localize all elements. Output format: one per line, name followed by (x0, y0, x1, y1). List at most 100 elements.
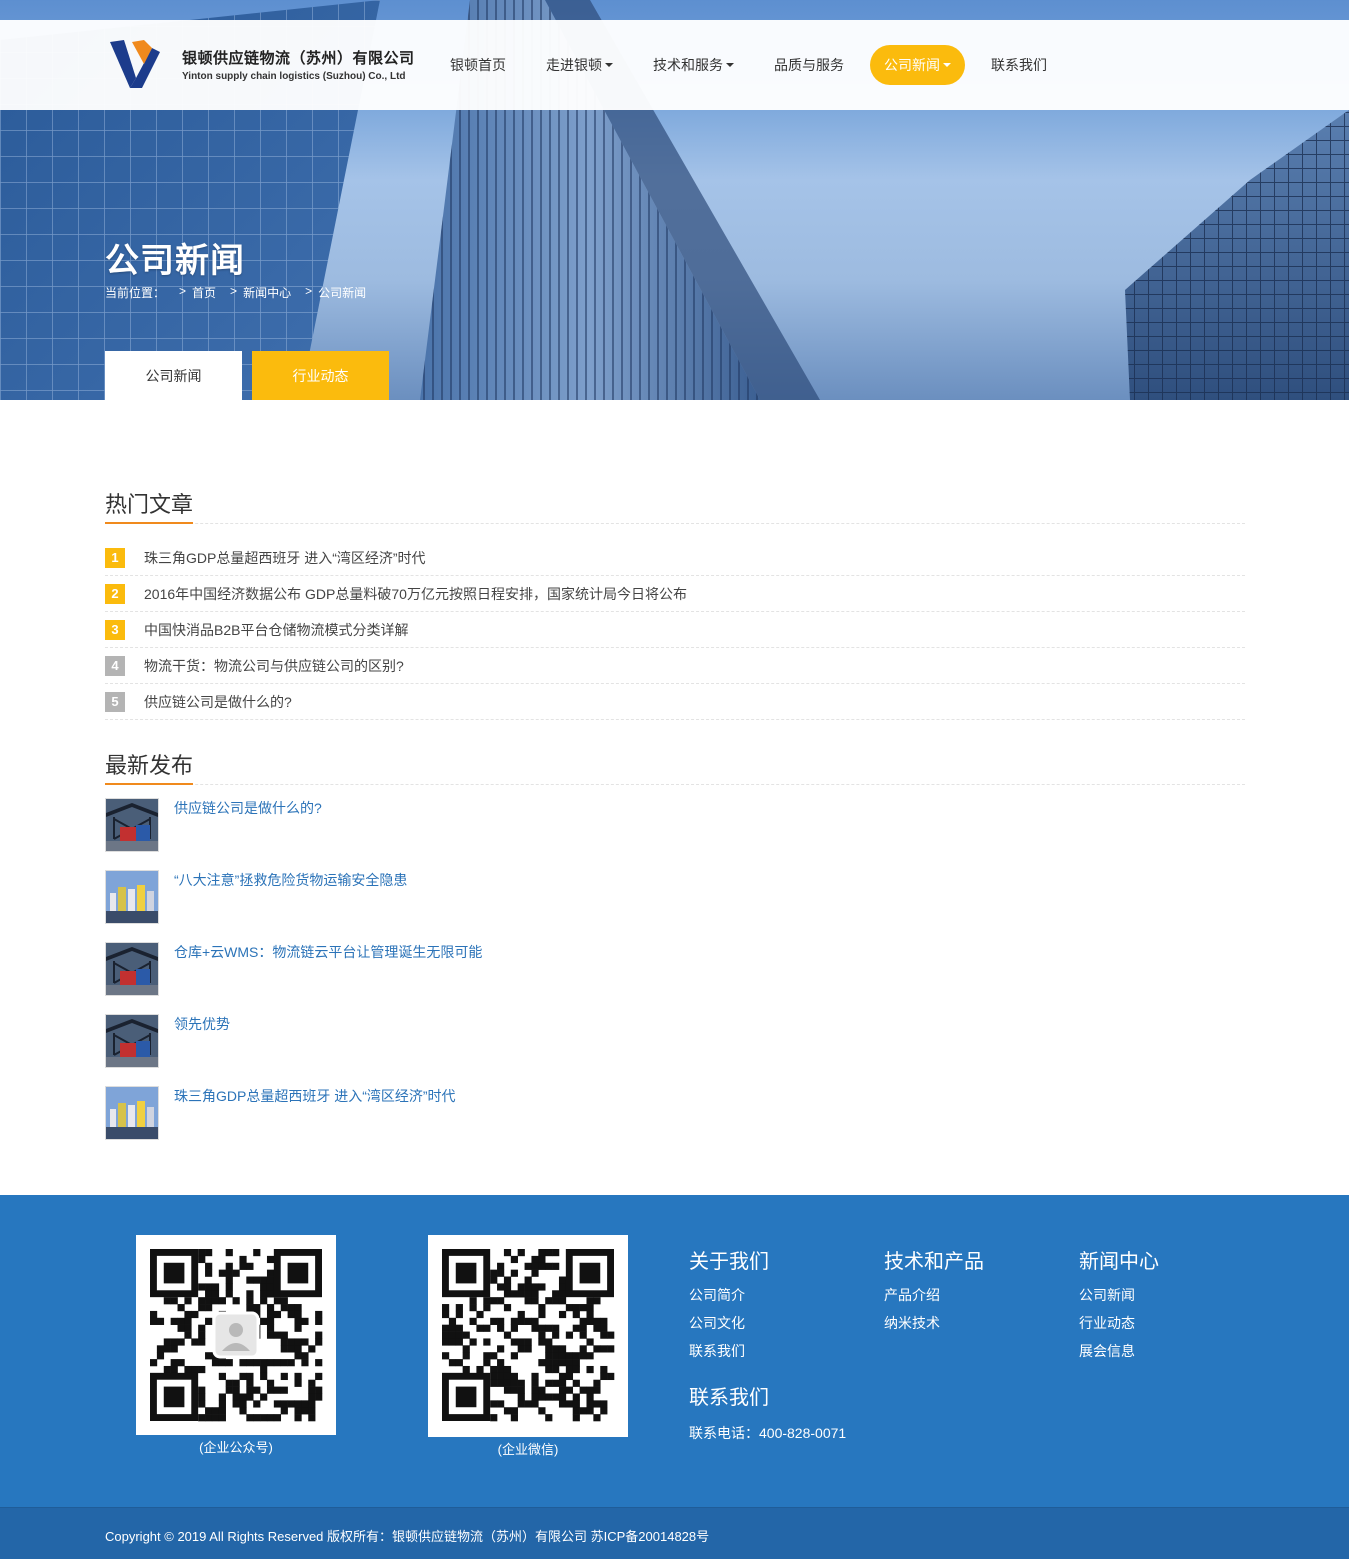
latest-article-title[interactable]: 领先优势 (174, 1014, 230, 1086)
breadcrumb-company-news[interactable]: 公司新闻 (318, 284, 366, 301)
footer-link-exhibitions[interactable]: 展会信息 (1079, 1343, 1159, 1371)
truck-bridge-icon (106, 943, 158, 995)
nav-tech-services[interactable]: 技术和服务 (639, 45, 748, 85)
qr-code-icon (150, 1249, 323, 1422)
hot-article-item[interactable]: 2 2016年中国经济数据公布 GDP总量料破70万亿元按照日程安排，国家统计局… (105, 576, 1245, 612)
breadcrumb-prefix: 当前位置： (105, 286, 166, 300)
thumbnail-image[interactable] (105, 1086, 159, 1140)
thumbnail-image[interactable] (105, 870, 159, 924)
company-name-cn: 银顿供应链物流（苏州）有限公司 (182, 49, 415, 67)
caret-down-icon (726, 63, 734, 67)
breadcrumb-news-center[interactable]: 新闻中心 (243, 284, 291, 301)
qr-code-wechat (428, 1235, 628, 1437)
footer-col-title: 联系我们 (689, 1387, 769, 1409)
copyright-bar: Copyright © 2019 All Rights Reserved 版权所… (0, 1507, 1349, 1559)
nav-label: 技术和服务 (653, 57, 723, 73)
main-nav: 银顿首页 走进银顿 技术和服务 品质与服务 公司新闻 联系我们 (436, 45, 1073, 85)
breadcrumb-home[interactable]: 首页 (192, 284, 216, 301)
site-header: 银顿供应链物流（苏州）有限公司 Yinton supply chain logi… (0, 20, 1349, 110)
hot-article-title[interactable]: 物流干货：物流公司与供应链公司的区别? (144, 656, 404, 676)
truck-bridge-icon (106, 799, 158, 851)
thumbnail-image[interactable] (105, 1014, 159, 1068)
breadcrumb-separator: > (305, 284, 313, 298)
truck-bridge-icon (106, 1015, 158, 1067)
hot-article-title[interactable]: 2016年中国经济数据公布 GDP总量料破70万亿元按照日程安排，国家统计局今日… (144, 584, 687, 604)
latest-item[interactable]: 珠三角GDP总量超西班牙 进入“湾区经济”时代 (105, 1086, 1245, 1158)
footer-col-about: 关于我们 公司简介 公司文化 联系我们 (689, 1245, 769, 1371)
hot-article-title[interactable]: 珠三角GDP总量超西班牙 进入“湾区经济”时代 (144, 548, 426, 568)
company-name-en: Yinton supply chain logistics (Suzhou) C… (182, 70, 406, 82)
latest-item[interactable]: 供应链公司是做什么的? (105, 798, 1245, 870)
contact-phone: 联系电话：400-828-0071 (689, 1425, 847, 1441)
rank-badge: 5 (105, 691, 125, 712)
tab-industry-news[interactable]: 行业动态 (252, 351, 389, 400)
qr-caption-wechat: (企业微信) (497, 1442, 559, 1457)
divider (105, 784, 1245, 785)
latest-article-title[interactable]: “八大注意”拯救危险货物运输安全隐患 (174, 870, 407, 942)
thumbnail-image[interactable] (105, 798, 159, 852)
rank-badge: 1 (105, 547, 125, 568)
footer-link-company-culture[interactable]: 公司文化 (689, 1315, 769, 1343)
hot-article-item[interactable]: 1 珠三角GDP总量超西班牙 进入“湾区经济”时代 (105, 540, 1245, 576)
hot-article-title[interactable]: 中国快消品B2B平台仓储物流模式分类详解 (144, 620, 408, 640)
hot-article-item[interactable]: 3 中国快消品B2B平台仓储物流模式分类详解 (105, 612, 1245, 648)
nav-quality[interactable]: 品质与服务 (760, 45, 858, 85)
latest-article-title[interactable]: 珠三角GDP总量超西班牙 进入“湾区经济”时代 (174, 1086, 456, 1158)
footer-link-industry-news[interactable]: 行业动态 (1079, 1315, 1159, 1343)
footer-link-contact[interactable]: 联系我们 (689, 1343, 769, 1371)
nav-home[interactable]: 银顿首页 (436, 45, 520, 85)
footer-link-product-intro[interactable]: 产品介绍 (884, 1287, 984, 1315)
breadcrumb: 当前位置： > 首页 > 新闻中心 > 公司新闻 (105, 284, 366, 301)
latest-item[interactable]: 仓库+云WMS：物流链云平台让管理诞生无限可能 (105, 942, 1245, 1014)
footer-col-news: 新闻中心 公司新闻 行业动态 展会信息 (1079, 1245, 1159, 1371)
breadcrumb-separator: > (230, 284, 238, 298)
nav-label: 联系我们 (991, 57, 1047, 73)
nav-label: 银顿首页 (450, 57, 506, 73)
copyright-text: Copyright © 2019 All Rights Reserved 版权所… (105, 1529, 710, 1544)
footer-col-title: 新闻中心 (1079, 1251, 1159, 1273)
footer-col-tech: 技术和产品 产品介绍 纳米技术 (884, 1245, 984, 1343)
caret-down-icon (943, 63, 951, 67)
latest-section: 最新发布 供应链公司是做什么的? “八大注意”拯救危险货物运输安全隐患 仓库+云… (105, 748, 1245, 1158)
thumbnail-image[interactable] (105, 942, 159, 996)
nav-label: 品质与服务 (774, 57, 844, 73)
latest-title: 最新发布 (105, 748, 194, 785)
latest-article-title[interactable]: 仓库+云WMS：物流链云平台让管理诞生无限可能 (174, 942, 482, 1014)
containers-city-icon (106, 871, 158, 923)
footer-link-nano-tech[interactable]: 纳米技术 (884, 1315, 984, 1343)
nav-company-news[interactable]: 公司新闻 (870, 45, 965, 85)
category-tabs: 公司新闻 行业动态 (105, 351, 389, 400)
hot-article-item[interactable]: 4 物流干货：物流公司与供应链公司的区别? (105, 648, 1245, 684)
latest-item[interactable]: 领先优势 (105, 1014, 1245, 1086)
divider (105, 523, 1245, 524)
footer-col-title: 技术和产品 (884, 1251, 984, 1273)
tab-company-news[interactable]: 公司新闻 (105, 351, 242, 400)
rank-badge: 3 (105, 619, 125, 640)
hot-article-item[interactable]: 5 供应链公司是做什么的? (105, 684, 1245, 720)
footer-link-company-news[interactable]: 公司新闻 (1079, 1287, 1159, 1315)
latest-item[interactable]: “八大注意”拯救危险货物运输安全隐患 (105, 870, 1245, 942)
nav-about[interactable]: 走进银顿 (532, 45, 627, 85)
qr-code-public-account (136, 1235, 336, 1435)
latest-list: 供应链公司是做什么的? “八大注意”拯救危险货物运输安全隐患 仓库+云WMS：物… (105, 798, 1245, 1158)
rank-badge: 4 (105, 655, 125, 676)
hot-articles-title: 热门文章 (105, 487, 194, 524)
containers-city-icon (106, 1087, 158, 1139)
footer-link-company-intro[interactable]: 公司简介 (689, 1287, 769, 1315)
footer-col-title: 关于我们 (689, 1251, 769, 1273)
hot-articles-list: 1 珠三角GDP总量超西班牙 进入“湾区经济”时代 2 2016年中国经济数据公… (105, 540, 1245, 720)
page-title: 公司新闻 (105, 242, 245, 280)
caret-down-icon (605, 63, 613, 67)
nav-label: 走进银顿 (546, 57, 602, 73)
hot-articles-section: 热门文章 1 珠三角GDP总量超西班牙 进入“湾区经济”时代 2 2016年中国… (105, 487, 1245, 720)
hot-article-title[interactable]: 供应链公司是做什么的? (144, 692, 292, 712)
footer-col-contact: 联系我们 联系电话：400-828-0071 (689, 1381, 846, 1443)
qr-code-icon (442, 1249, 615, 1422)
logo[interactable]: 银顿供应链物流（苏州）有限公司 Yinton supply chain logi… (108, 38, 415, 90)
nav-contact[interactable]: 联系我们 (977, 45, 1061, 85)
latest-article-title[interactable]: 供应链公司是做什么的? (174, 798, 322, 870)
company-logo-icon (110, 40, 160, 88)
rank-badge: 2 (105, 583, 125, 604)
nav-label: 公司新闻 (884, 57, 940, 73)
site-footer: (企业公众号) (企业微信) 关于我们 公司简介 公司文化 联系我们 技术和产品… (0, 1195, 1349, 1507)
